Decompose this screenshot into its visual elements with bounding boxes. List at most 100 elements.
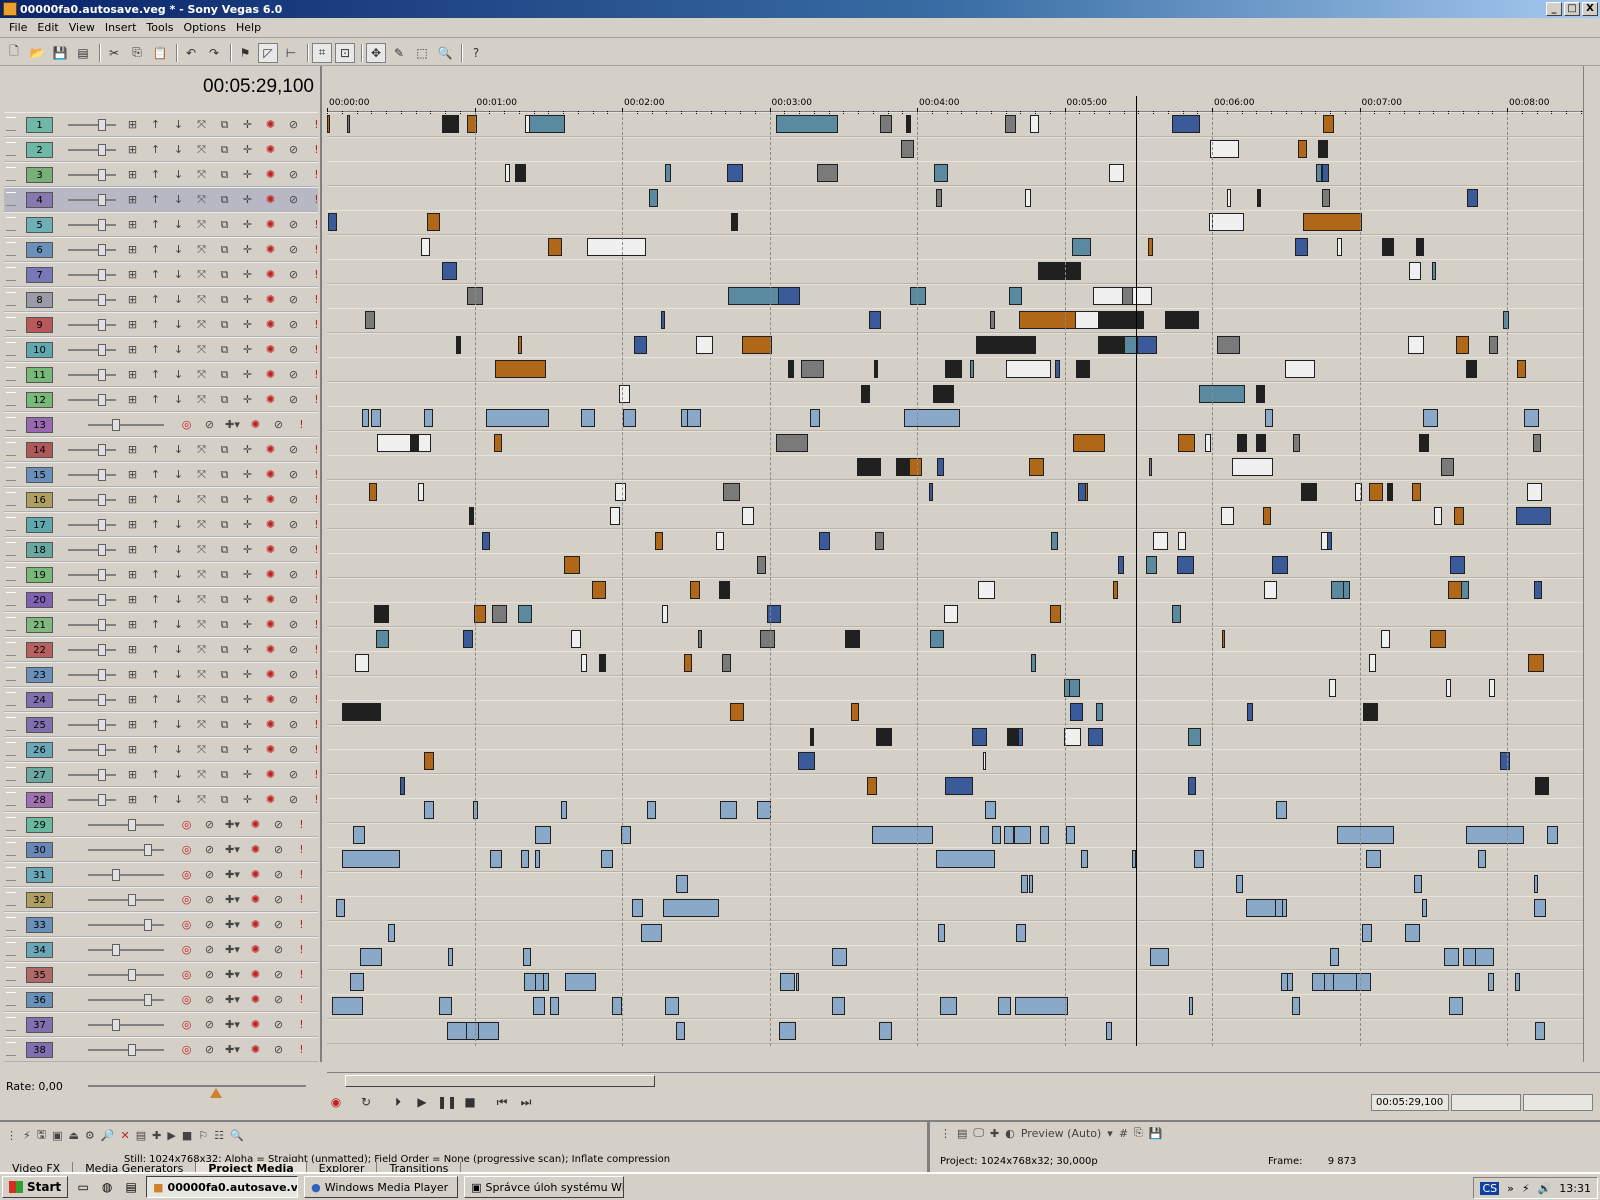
- video-event[interactable]: [1292, 433, 1301, 452]
- track-header[interactable]: 4 ⊞ ↑ ↓ ⤧ ⧉ ✛ ✺ ⊘!: [4, 187, 319, 212]
- tray-expand-icon[interactable]: »: [1507, 1182, 1514, 1195]
- rate-slider-thumb[interactable]: [210, 1088, 222, 1098]
- solo-icon[interactable]: !: [308, 617, 325, 633]
- video-fx-icon[interactable]: ⧉: [216, 217, 233, 233]
- audio-event[interactable]: [992, 825, 1002, 844]
- audio-event[interactable]: [1422, 409, 1438, 427]
- track-header[interactable]: 21 ⊞ ↑ ↓ ⤧ ⧉ ✛ ✺ ⊘!: [4, 612, 319, 637]
- video-event[interactable]: [1534, 580, 1543, 599]
- video-event[interactable]: [328, 213, 337, 231]
- track-lane[interactable]: [327, 283, 1583, 309]
- audio-event[interactable]: [1081, 850, 1089, 868]
- track-lane[interactable]: [327, 920, 1583, 946]
- video-event[interactable]: [875, 727, 893, 746]
- audio-event[interactable]: [359, 948, 382, 966]
- audio-event[interactable]: [1194, 850, 1204, 868]
- track-lane[interactable]: [327, 749, 1583, 774]
- audio-event[interactable]: [549, 997, 560, 1015]
- solo-icon[interactable]: !: [308, 442, 325, 458]
- cut-icon[interactable]: ✂: [104, 43, 124, 63]
- compositing-parent-icon[interactable]: ↑: [147, 142, 164, 158]
- video-event[interactable]: [494, 360, 546, 378]
- mute-icon[interactable]: ⊘: [285, 167, 302, 183]
- video-event[interactable]: [1148, 458, 1153, 476]
- bypass-motion-blur-icon[interactable]: ✛: [239, 467, 256, 483]
- mute-icon[interactable]: ⊘: [285, 142, 302, 158]
- audio-event[interactable]: [1514, 972, 1520, 991]
- video-fx-icon[interactable]: ✚: [990, 1127, 999, 1140]
- video-event[interactable]: [1221, 629, 1226, 648]
- video-event[interactable]: [798, 752, 816, 770]
- video-fx-icon[interactable]: ⧉: [216, 717, 233, 733]
- video-fx-icon[interactable]: ⧉: [216, 242, 233, 258]
- compositing-child-icon[interactable]: ↓: [170, 242, 187, 258]
- mute-icon[interactable]: ⊘: [270, 1017, 287, 1033]
- track-header[interactable]: 29 ◎ ⊘ ✚▾ ✺ ⊘!: [4, 812, 318, 837]
- video-event[interactable]: [1071, 237, 1091, 256]
- track-minimize-icon[interactable]: [6, 792, 16, 806]
- composite-mode-icon[interactable]: ⤧: [193, 592, 210, 608]
- video-event[interactable]: [1534, 776, 1549, 795]
- track-header[interactable]: 5 ⊞ ↑ ↓ ⤧ ⧉ ✛ ✺ ⊘!: [4, 212, 319, 237]
- composite-mode-icon[interactable]: ⤧: [193, 567, 210, 583]
- video-event[interactable]: [661, 311, 666, 329]
- video-event[interactable]: [1188, 776, 1197, 795]
- composite-mode-icon[interactable]: ⤧: [193, 267, 210, 283]
- volume-slider[interactable]: [88, 999, 164, 1001]
- slider-thumb[interactable]: [98, 194, 106, 206]
- solo-icon[interactable]: !: [308, 367, 325, 383]
- save-icon[interactable]: 💾: [50, 43, 70, 63]
- volume-slider[interactable]: [88, 974, 164, 976]
- video-event[interactable]: [570, 629, 581, 648]
- video-event[interactable]: [1005, 115, 1016, 133]
- audio-event[interactable]: [1524, 409, 1540, 427]
- level-slider[interactable]: [68, 324, 116, 326]
- solo-icon[interactable]: !: [308, 517, 325, 533]
- invert-phase-icon[interactable]: ⊘: [201, 417, 218, 433]
- bypass-motion-blur-icon[interactable]: ✛: [239, 392, 256, 408]
- video-event[interactable]: [879, 115, 892, 133]
- composite-mode-icon[interactable]: ⤧: [193, 142, 210, 158]
- selection-tool-icon[interactable]: ⬚: [412, 43, 432, 63]
- solo-icon[interactable]: !: [293, 1042, 310, 1058]
- video-event[interactable]: [618, 384, 631, 403]
- track-minimize-icon[interactable]: [6, 942, 16, 956]
- audio-event[interactable]: [349, 972, 365, 991]
- slider-thumb[interactable]: [112, 419, 120, 431]
- video-event[interactable]: [1255, 384, 1266, 403]
- video-event[interactable]: [1112, 580, 1119, 599]
- timeline-area[interactable]: 00:00:00 00:01:00 00:02:00 00:03:00 00:04:00…: [327, 66, 1583, 1046]
- mute-icon[interactable]: ⊘: [285, 242, 302, 258]
- track-minimize-icon[interactable]: [6, 167, 16, 181]
- audio-event[interactable]: [424, 801, 435, 819]
- horizontal-scroll-thumb[interactable]: [345, 1075, 655, 1087]
- arm-record-icon[interactable]: ◎: [178, 992, 195, 1008]
- track-effects-icon[interactable]: ✺: [262, 267, 279, 283]
- bypass-motion-blur-icon[interactable]: ✛: [239, 267, 256, 283]
- audio-event[interactable]: [780, 972, 795, 991]
- track-fx-icon[interactable]: ✚▾: [224, 967, 241, 983]
- video-event[interactable]: [1117, 556, 1124, 574]
- audio-event[interactable]: [795, 972, 799, 991]
- track-motion-icon[interactable]: ⊞: [124, 642, 141, 658]
- track-minimize-icon[interactable]: [6, 817, 16, 831]
- level-slider[interactable]: [68, 349, 116, 351]
- pause-icon[interactable]: ❚❚: [437, 1095, 457, 1111]
- slider-thumb[interactable]: [98, 319, 106, 331]
- mute-icon[interactable]: ⊘: [285, 617, 302, 633]
- mute-icon[interactable]: ⊘: [270, 867, 287, 883]
- compositing-child-icon[interactable]: ↓: [170, 767, 187, 783]
- solo-icon[interactable]: !: [293, 1017, 310, 1033]
- video-event[interactable]: [505, 164, 511, 182]
- video-event[interactable]: [731, 213, 739, 231]
- video-event[interactable]: [1187, 727, 1202, 746]
- track-minimize-icon[interactable]: [6, 342, 16, 356]
- video-event[interactable]: [492, 605, 508, 623]
- video-event[interactable]: [1050, 531, 1059, 550]
- track-header[interactable]: 18 ⊞ ↑ ↓ ⤧ ⧉ ✛ ✺ ⊘!: [4, 537, 319, 562]
- track-effects-icon[interactable]: ✺: [262, 742, 279, 758]
- solo-icon[interactable]: !: [308, 692, 325, 708]
- video-event[interactable]: [932, 384, 954, 403]
- menu-tools[interactable]: Tools: [141, 21, 178, 34]
- invert-phase-icon[interactable]: ⊘: [201, 992, 218, 1008]
